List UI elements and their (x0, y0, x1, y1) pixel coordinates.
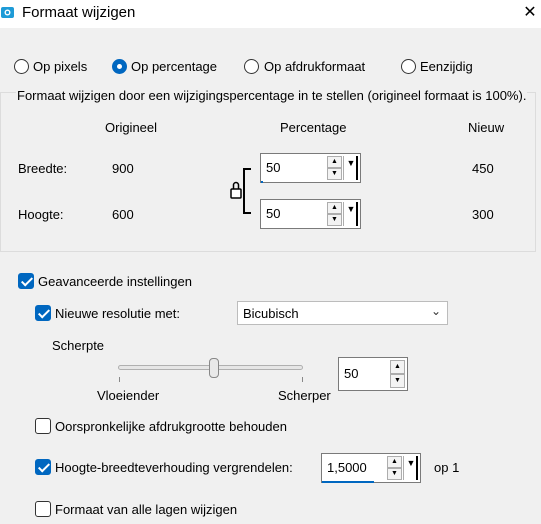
spin-up-icon[interactable]: ▲ (327, 156, 342, 168)
width-label: Breedte: (18, 161, 68, 176)
radio-op-pixels-label[interactable]: Op pixels (33, 59, 87, 74)
app-icon (1, 7, 14, 18)
width-new-value: 450 (472, 161, 494, 176)
height-label: Hoogte: (18, 207, 64, 222)
ratio-spinner[interactable]: 1,5000 ▲ ▼ ▼ (321, 453, 421, 483)
close-icon[interactable]: ✕ (521, 2, 539, 22)
col-percentage-header: Percentage (280, 120, 347, 135)
col-new-header: Nieuw (468, 120, 505, 135)
lock-ratio-label[interactable]: Hoogte-breedteverhouding vergrendelen: (55, 460, 293, 475)
spin-down-icon[interactable]: ▼ (327, 214, 342, 226)
spin-down-icon[interactable]: ▼ (387, 468, 402, 480)
height-new-value: 300 (472, 207, 494, 222)
ratio-suffix: op 1 (434, 460, 460, 475)
lock-icon[interactable] (228, 160, 256, 222)
advanced-settings-checkbox[interactable] (18, 273, 34, 289)
ratio-value[interactable]: 1,5000 (327, 460, 367, 475)
window-title: Formaat wijzigen (22, 4, 136, 21)
height-percentage-value[interactable]: 50 (266, 206, 280, 221)
spin-up-icon[interactable]: ▲ (327, 202, 342, 214)
radio-op-pixels[interactable] (14, 59, 29, 74)
slider-max-label: Scherper (278, 388, 331, 403)
slider-tick (119, 377, 120, 382)
radio-op-percentage-label[interactable]: Op percentage (131, 59, 217, 74)
radio-eenzijdig[interactable] (401, 59, 416, 74)
resample-checkbox[interactable] (35, 305, 51, 321)
height-original-value: 600 (112, 207, 134, 222)
slider-tick (302, 377, 303, 382)
advanced-settings-label[interactable]: Geavanceerde instellingen (38, 274, 192, 289)
col-original-header: Origineel (105, 120, 158, 135)
sharpness-value[interactable]: 50 (344, 366, 358, 381)
width-percentage-value[interactable]: 50 (266, 160, 280, 175)
title-bar: Formaat wijzigen ✕ (0, 0, 541, 28)
dropdown-arrow-icon[interactable]: ▼ (403, 456, 418, 480)
sharpness-spinner[interactable]: 50 ▲ ▼ (338, 357, 408, 391)
all-layers-checkbox[interactable] (35, 501, 51, 517)
width-original-value: 900 (112, 161, 134, 176)
radio-op-percentage[interactable] (112, 59, 127, 74)
spin-up-icon[interactable]: ▲ (390, 360, 405, 374)
all-layers-label[interactable]: Formaat van alle lagen wijzigen (55, 502, 237, 517)
lock-ratio-checkbox[interactable] (35, 459, 51, 475)
sharpness-slider-thumb[interactable] (208, 358, 219, 378)
keep-print-size-label[interactable]: Oorspronkelijke afdrukgrootte behouden (55, 419, 287, 434)
resample-method-value[interactable]: Bicubisch (243, 306, 299, 321)
radio-op-afdrukformaat[interactable] (244, 59, 259, 74)
group-caption: Formaat wijzigen door een wijzigingsperc… (16, 88, 528, 103)
keep-print-size-checkbox[interactable] (35, 418, 51, 434)
dropdown-arrow-icon[interactable]: ▼ (343, 156, 358, 180)
spin-down-icon[interactable]: ▼ (390, 374, 405, 388)
radio-eenzijdig-label[interactable]: Eenzijdig (420, 59, 473, 74)
spin-up-icon[interactable]: ▲ (387, 456, 402, 468)
chevron-down-icon[interactable]: ⌄ (431, 304, 441, 318)
spin-down-icon[interactable]: ▼ (327, 168, 342, 180)
resample-method-select[interactable]: Bicubisch ⌄ (237, 301, 448, 325)
width-percentage-spinner[interactable]: 50 ▲ ▼ ▼ (260, 153, 361, 183)
sharpness-label: Scherpte (52, 338, 105, 353)
dropdown-arrow-icon[interactable]: ▼ (343, 202, 358, 226)
radio-op-afdrukformaat-label[interactable]: Op afdrukformaat (264, 59, 365, 74)
height-percentage-spinner[interactable]: 50 ▲ ▼ ▼ (260, 199, 361, 229)
slider-min-label: Vloeiender (97, 388, 160, 403)
resample-label[interactable]: Nieuwe resolutie met: (55, 306, 180, 321)
